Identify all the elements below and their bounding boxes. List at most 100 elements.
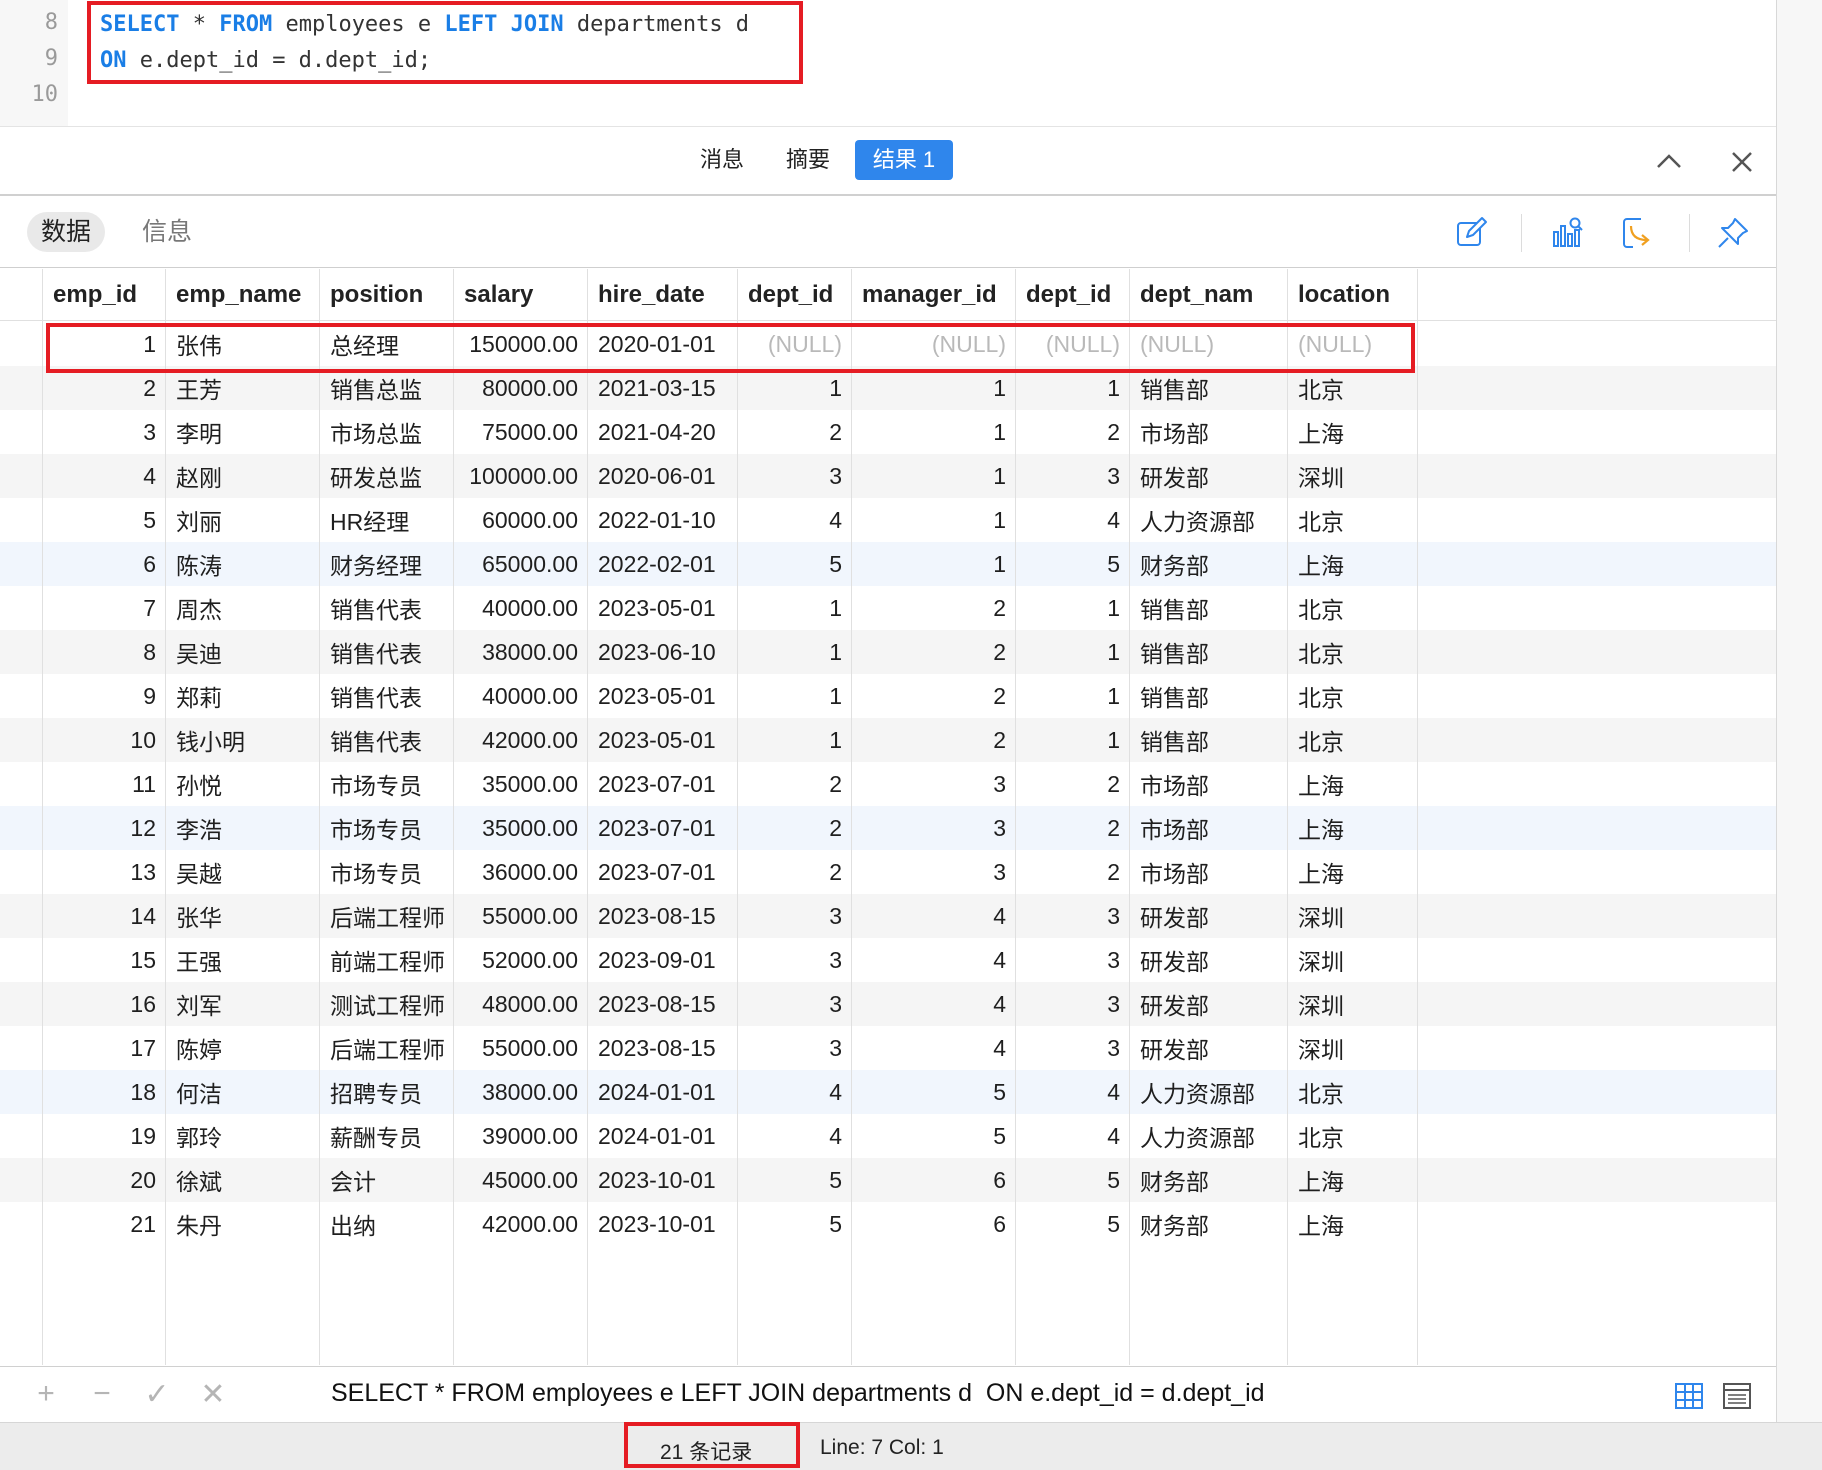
cell-location[interactable]: 上海	[1288, 1202, 1418, 1246]
cell-emp-name[interactable]: 刘军	[166, 982, 320, 1026]
table-row[interactable]: 18 何洁 招聘专员 38000.00 2024-01-01 4 5 4 人力资源部 北京	[0, 1070, 1776, 1114]
cell-dept-id[interactable]: 5	[738, 1158, 852, 1202]
cell-dept-id[interactable]: 5	[738, 542, 852, 586]
cell-dept-id[interactable]: 3	[738, 938, 852, 982]
cell-emp-id[interactable]: 18	[43, 1070, 166, 1114]
grid-column-divider[interactable]	[165, 269, 166, 1365]
form-view-icon[interactable]	[1722, 1381, 1752, 1411]
cell-manager-id[interactable]: 3	[852, 762, 1016, 806]
cell-position[interactable]: 前端工程师	[320, 938, 454, 982]
cell-dept-id-2[interactable]: 5	[1016, 1202, 1130, 1246]
cell-hire-date[interactable]: 2023-06-10	[588, 630, 738, 674]
table-row[interactable]: 9 郑莉 销售代表 40000.00 2023-05-01 1 2 1 销售部 北京	[0, 674, 1776, 718]
cell-manager-id[interactable]: 6	[852, 1202, 1016, 1246]
cell-dept-id-2[interactable]: 4	[1016, 498, 1130, 542]
tab-summary[interactable]: 摘要	[776, 140, 840, 180]
cell-dept-name[interactable]: 市场部	[1130, 806, 1288, 850]
cell-emp-id[interactable]: 12	[43, 806, 166, 850]
cell-emp-id[interactable]: 4	[43, 454, 166, 498]
grid-column-divider[interactable]	[319, 269, 320, 1365]
close-icon[interactable]	[1727, 147, 1757, 177]
cell-manager-id[interactable]: (NULL)	[852, 322, 1016, 366]
cell-location[interactable]: 北京	[1288, 718, 1418, 762]
table-row[interactable]: 5 刘丽 HR经理 60000.00 2022-01-10 4 1 4 人力资源部 北京	[0, 498, 1776, 542]
cell-dept-id[interactable]: 5	[738, 1202, 852, 1246]
cell-dept-id[interactable]: 3	[738, 454, 852, 498]
cell-position[interactable]: HR经理	[320, 498, 454, 542]
cell-manager-id[interactable]: 2	[852, 586, 1016, 630]
cell-salary[interactable]: 38000.00	[454, 630, 588, 674]
sql-editor[interactable]: 8 9 10 SELECT * FROM employees e LEFT JO…	[0, 0, 1776, 126]
grid-column-divider[interactable]	[851, 269, 852, 1365]
column-header-dept-name[interactable]: dept_nam	[1130, 269, 1288, 320]
column-header-hire-date[interactable]: hire_date	[588, 269, 738, 320]
table-row[interactable]: 11 孙悦 市场专员 35000.00 2023-07-01 2 3 2 市场部 上海	[0, 762, 1776, 806]
cell-dept-id[interactable]: 4	[738, 1114, 852, 1158]
cell-position[interactable]: 财务经理	[320, 542, 454, 586]
column-header-dept-id-2[interactable]: dept_id	[1016, 269, 1130, 320]
tab-info[interactable]: 信息	[128, 212, 206, 252]
cell-location[interactable]: 北京	[1288, 586, 1418, 630]
cell-location[interactable]: 北京	[1288, 366, 1418, 410]
cell-dept-id[interactable]: 2	[738, 762, 852, 806]
cell-hire-date[interactable]: 2023-08-15	[588, 1026, 738, 1070]
cell-location[interactable]: 深圳	[1288, 454, 1418, 498]
cell-dept-id[interactable]: (NULL)	[738, 322, 852, 366]
cell-salary[interactable]: 40000.00	[454, 586, 588, 630]
cell-position[interactable]: 招聘专员	[320, 1070, 454, 1114]
cell-hire-date[interactable]: 2023-07-01	[588, 762, 738, 806]
cell-dept-id[interactable]: 1	[738, 718, 852, 762]
cell-manager-id[interactable]: 1	[852, 498, 1016, 542]
cell-emp-name[interactable]: 徐斌	[166, 1158, 320, 1202]
table-row[interactable]: 21 朱丹 出纳 42000.00 2023-10-01 5 6 5 财务部 上海	[0, 1202, 1776, 1246]
cell-emp-name[interactable]: 钱小明	[166, 718, 320, 762]
cell-hire-date[interactable]: 2022-01-10	[588, 498, 738, 542]
cell-dept-id-2[interactable]: 1	[1016, 674, 1130, 718]
cell-dept-id[interactable]: 4	[738, 1070, 852, 1114]
cell-dept-id[interactable]: 3	[738, 982, 852, 1026]
cell-emp-name[interactable]: 何洁	[166, 1070, 320, 1114]
cell-salary[interactable]: 36000.00	[454, 850, 588, 894]
minus-icon[interactable]: −	[85, 1377, 119, 1411]
plus-icon[interactable]: +	[29, 1377, 63, 1411]
cell-emp-name[interactable]: 郑莉	[166, 674, 320, 718]
cell-emp-name[interactable]: 李明	[166, 410, 320, 454]
cell-dept-name[interactable]: 市场部	[1130, 762, 1288, 806]
cell-dept-id-2[interactable]: 3	[1016, 982, 1130, 1026]
cell-position[interactable]: 销售总监	[320, 366, 454, 410]
cell-manager-id[interactable]: 5	[852, 1070, 1016, 1114]
cell-dept-name[interactable]: 财务部	[1130, 1202, 1288, 1246]
cell-emp-name[interactable]: 朱丹	[166, 1202, 320, 1246]
table-row[interactable]: 16 刘军 测试工程师 48000.00 2023-08-15 3 4 3 研发部 深圳	[0, 982, 1776, 1026]
cell-location[interactable]: 上海	[1288, 410, 1418, 454]
cell-manager-id[interactable]: 4	[852, 982, 1016, 1026]
cell-emp-name[interactable]: 赵刚	[166, 454, 320, 498]
table-row[interactable]: 2 王芳 销售总监 80000.00 2021-03-15 1 1 1 销售部 北京	[0, 366, 1776, 410]
cell-emp-name[interactable]: 张华	[166, 894, 320, 938]
cell-position[interactable]: 销售代表	[320, 586, 454, 630]
grid-column-divider[interactable]	[1287, 269, 1288, 1365]
cell-hire-date[interactable]: 2020-06-01	[588, 454, 738, 498]
cell-hire-date[interactable]: 2023-05-01	[588, 674, 738, 718]
cell-emp-name[interactable]: 吴越	[166, 850, 320, 894]
check-icon[interactable]: ✓	[140, 1377, 174, 1412]
cell-position[interactable]: 后端工程师	[320, 894, 454, 938]
cell-hire-date[interactable]: 2024-01-01	[588, 1070, 738, 1114]
cell-dept-id-2[interactable]: 4	[1016, 1114, 1130, 1158]
cell-dept-id[interactable]: 1	[738, 674, 852, 718]
cell-dept-id-2[interactable]: 5	[1016, 1158, 1130, 1202]
grid-column-divider[interactable]	[1015, 269, 1016, 1365]
cell-dept-id[interactable]: 1	[738, 586, 852, 630]
grid-column-divider[interactable]	[737, 269, 738, 1365]
tab-result-1[interactable]: 结果 1	[855, 140, 953, 180]
cell-emp-id[interactable]: 15	[43, 938, 166, 982]
cell-emp-id[interactable]: 10	[43, 718, 166, 762]
x-icon[interactable]: ✕	[196, 1377, 230, 1412]
cell-manager-id[interactable]: 1	[852, 542, 1016, 586]
cell-dept-name[interactable]: 人力资源部	[1130, 1070, 1288, 1114]
cell-manager-id[interactable]: 2	[852, 674, 1016, 718]
cell-emp-id[interactable]: 9	[43, 674, 166, 718]
cell-manager-id[interactable]: 2	[852, 630, 1016, 674]
column-header-manager-id[interactable]: manager_id	[852, 269, 1016, 320]
cell-salary[interactable]: 100000.00	[454, 454, 588, 498]
